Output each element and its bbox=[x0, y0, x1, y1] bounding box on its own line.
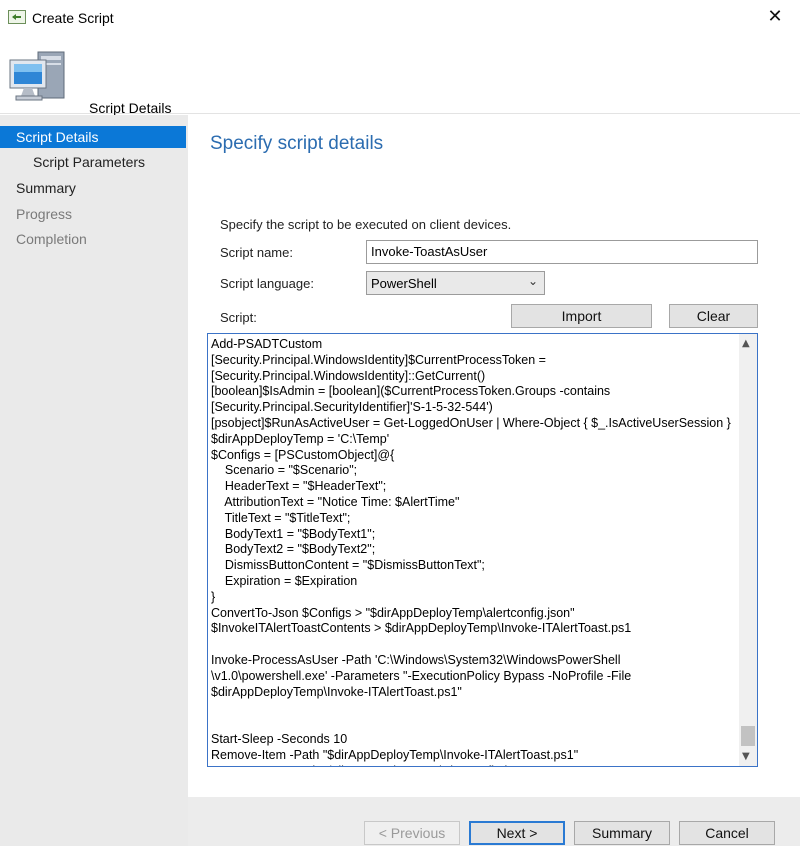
sidebar-item-script-details[interactable]: Script Details bbox=[0, 126, 186, 148]
script-language-label: Script language: bbox=[220, 276, 314, 291]
summary-button[interactable]: Summary bbox=[574, 821, 670, 845]
script-language-value: PowerShell bbox=[371, 276, 437, 291]
scrollbar-thumb[interactable] bbox=[741, 726, 755, 746]
sidebar-item-progress: Progress bbox=[16, 206, 73, 222]
close-icon[interactable]: ✕ bbox=[764, 6, 786, 28]
chevron-down-icon: ⌄ bbox=[527, 274, 538, 288]
create-script-icon bbox=[8, 10, 26, 24]
header-title: Script Details bbox=[89, 100, 172, 116]
title-bar: Create Script ✕ bbox=[0, 0, 800, 34]
script-label: Script: bbox=[220, 310, 257, 325]
vertical-scrollbar[interactable]: ▲ ▼ bbox=[739, 334, 757, 766]
clear-button[interactable]: Clear bbox=[669, 304, 758, 328]
import-button[interactable]: Import bbox=[511, 304, 652, 328]
instruction-text: Specify the script to be executed on cli… bbox=[220, 217, 512, 232]
next-button[interactable]: Next > bbox=[469, 821, 565, 845]
sidebar-item-summary[interactable]: Summary bbox=[0, 177, 186, 199]
scroll-down-icon[interactable]: ▼ bbox=[742, 751, 750, 762]
scroll-up-icon[interactable]: ▲ bbox=[742, 338, 750, 349]
script-editor[interactable]: Add-PSADTCustom [Security.Principal.Wind… bbox=[207, 333, 758, 767]
wizard-content: Specify script details Specify the scrip… bbox=[188, 115, 800, 846]
cancel-button[interactable]: Cancel bbox=[679, 821, 775, 845]
script-name-input[interactable]: Invoke-ToastAsUser bbox=[366, 240, 758, 264]
wizard-footer: < Previous Next > Summary Cancel bbox=[188, 797, 800, 846]
sidebar-item-completion: Completion bbox=[16, 231, 87, 247]
wizard-sidebar: Script Details Script Parameters Summary… bbox=[0, 115, 188, 846]
sidebar-item-script-parameters[interactable]: Script Parameters bbox=[0, 151, 186, 173]
wizard-header: Script Details bbox=[0, 34, 800, 116]
script-text[interactable]: Add-PSADTCustom [Security.Principal.Wind… bbox=[211, 337, 736, 766]
computer-icon bbox=[8, 48, 72, 106]
page-title: Specify script details bbox=[210, 133, 384, 154]
previous-button: < Previous bbox=[364, 821, 460, 845]
script-language-select[interactable]: PowerShell ⌄ bbox=[366, 271, 545, 295]
script-name-label: Script name: bbox=[220, 245, 293, 260]
window-title: Create Script bbox=[32, 10, 114, 26]
